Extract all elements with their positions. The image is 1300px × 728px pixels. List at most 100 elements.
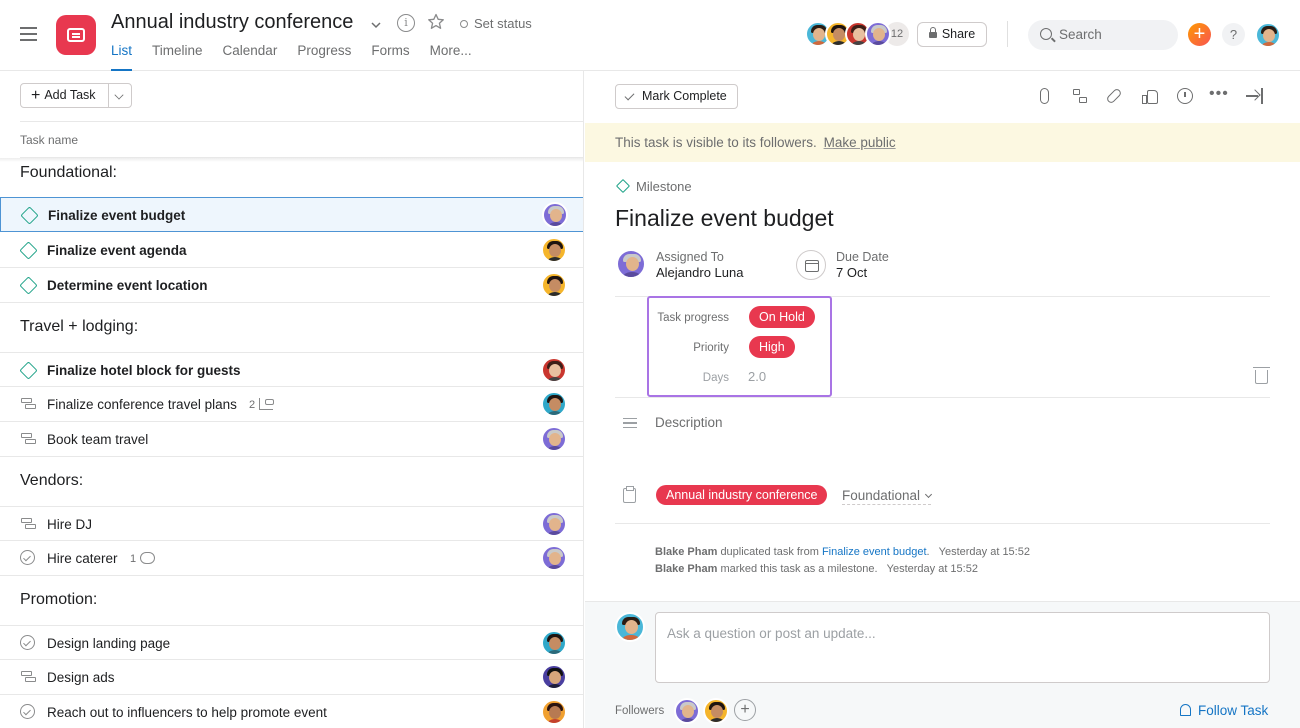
tab-timeline[interactable]: Timeline — [152, 43, 203, 71]
task-row[interactable]: Determine event location — [0, 268, 583, 303]
check-circle-icon[interactable] — [20, 550, 36, 566]
priority-pill[interactable]: High — [749, 336, 795, 358]
assignee-avatar[interactable] — [541, 237, 567, 263]
due-date-value[interactable]: 7 Oct — [836, 265, 867, 280]
task-type-toggle[interactable]: Milestone — [615, 178, 692, 194]
task-row[interactable]: Finalize hotel block for guests — [0, 352, 583, 387]
task-row[interactable]: Design ads — [0, 660, 583, 695]
follower-avatar[interactable] — [703, 698, 729, 724]
project-pill[interactable]: Annual industry conference — [656, 485, 828, 505]
assignee-name[interactable]: Alejandro Luna — [656, 265, 743, 280]
comment-input[interactable]: Ask a question or post an update... — [655, 612, 1270, 683]
task-row[interactable]: Hire DJ — [0, 506, 583, 541]
project-members[interactable]: 12 — [805, 21, 909, 47]
help-button[interactable]: ? — [1222, 23, 1245, 46]
column-header-task-name[interactable]: Task name — [20, 121, 583, 158]
task-row[interactable]: Reach out to influencers to help promote… — [0, 695, 583, 728]
section-header[interactable]: Promotion: — [20, 591, 97, 609]
activity-timestamp: Yesterday at 15:52 — [886, 563, 978, 575]
milestone-diamond-icon[interactable] — [19, 205, 39, 225]
assignee-avatar[interactable] — [541, 426, 567, 452]
task-name[interactable]: Book team travel — [47, 432, 148, 447]
assignee-avatar[interactable] — [541, 545, 567, 571]
task-name[interactable]: Finalize hotel block for guests — [47, 363, 241, 378]
assignee-avatar[interactable] — [542, 202, 568, 228]
like-icon[interactable] — [1142, 88, 1158, 104]
activity-link[interactable]: Finalize event budget — [822, 546, 927, 558]
add-follower-button[interactable]: + — [734, 699, 756, 721]
task-name[interactable]: Design landing page — [47, 636, 170, 651]
chevron-down-icon[interactable] — [368, 17, 384, 33]
task-row[interactable]: Finalize event agenda — [0, 233, 583, 268]
project-title[interactable]: Annual industry conference — [111, 11, 353, 34]
task-name[interactable]: Determine event location — [47, 278, 208, 293]
copy-link-icon[interactable] — [1105, 87, 1123, 105]
add-task-main[interactable]: + Add Task — [21, 84, 109, 107]
description-field[interactable]: Description — [655, 415, 723, 430]
assignee-avatar[interactable] — [616, 249, 646, 279]
task-name[interactable]: Design ads — [47, 670, 115, 685]
follower-avatar[interactable] — [674, 698, 700, 724]
assignee-avatar[interactable] — [541, 511, 567, 537]
days-value[interactable]: 2.0 — [748, 369, 766, 384]
task-row[interactable]: Design landing page — [0, 625, 583, 660]
divider — [615, 397, 1270, 398]
timer-icon[interactable] — [1177, 88, 1193, 104]
trash-icon[interactable] — [1253, 367, 1270, 384]
search-input[interactable]: Search — [1028, 20, 1178, 50]
milestone-diamond-icon[interactable] — [18, 275, 38, 295]
section-header[interactable]: Foundational: — [20, 164, 117, 182]
task-name[interactable]: Reach out to influencers to help promote… — [47, 705, 327, 720]
comment-count[interactable]: 1 — [130, 552, 156, 565]
info-icon[interactable]: i — [397, 14, 415, 32]
milestone-diamond-icon[interactable] — [18, 240, 38, 260]
task-name[interactable]: Finalize event budget — [48, 208, 185, 223]
tab-forms[interactable]: Forms — [371, 43, 409, 71]
assignee-avatar[interactable] — [541, 699, 567, 725]
tab-list[interactable]: List — [111, 43, 133, 71]
task-name[interactable]: Hire DJ — [47, 517, 92, 532]
add-task-button[interactable]: + Add Task — [20, 83, 132, 108]
follow-task-button[interactable]: Follow Task — [1180, 703, 1268, 718]
task-name[interactable]: Hire caterer — [47, 551, 118, 566]
section-select[interactable]: Foundational — [842, 488, 933, 505]
assignee-avatar[interactable] — [541, 664, 567, 690]
task-row[interactable]: Hire caterer 1 — [0, 541, 583, 576]
share-button[interactable]: Share — [917, 22, 987, 47]
task-name[interactable]: Finalize conference travel plans — [47, 397, 237, 412]
make-public-link[interactable]: Make public — [824, 135, 896, 150]
tab-progress[interactable]: Progress — [297, 43, 351, 71]
check-circle-icon[interactable] — [20, 635, 36, 651]
task-row[interactable]: Finalize event budget — [0, 197, 583, 232]
more-options-icon[interactable]: ••• — [1209, 86, 1229, 105]
attachment-icon[interactable] — [1040, 88, 1049, 104]
star-icon[interactable] — [427, 13, 445, 31]
assignee-avatar[interactable] — [541, 391, 567, 417]
user-avatar[interactable] — [1255, 22, 1281, 48]
assignee-avatar[interactable] — [541, 630, 567, 656]
task-row[interactable]: Finalize conference travel plans 2 — [0, 387, 583, 422]
subtask-count[interactable]: 2 — [249, 398, 275, 411]
task-progress-pill[interactable]: On Hold — [749, 306, 815, 328]
section-header[interactable]: Vendors: — [20, 472, 83, 490]
milestone-diamond-icon[interactable] — [18, 360, 38, 380]
close-pane-icon[interactable] — [1246, 88, 1263, 104]
add-subtask-icon[interactable] — [1072, 88, 1088, 104]
check-circle-icon[interactable] — [20, 704, 36, 720]
mark-complete-button[interactable]: Mark Complete — [615, 84, 738, 109]
assignee-avatar[interactable] — [541, 272, 567, 298]
chevron-down-icon[interactable] — [114, 90, 124, 100]
activity-user[interactable]: Blake Pham — [655, 546, 717, 558]
menu-icon[interactable] — [20, 27, 37, 41]
section-header[interactable]: Travel + lodging: — [20, 318, 138, 336]
activity-user[interactable]: Blake Pham — [655, 563, 717, 575]
calendar-icon[interactable] — [796, 250, 826, 280]
quick-add-button[interactable]: + — [1188, 23, 1211, 46]
assignee-avatar[interactable] — [541, 357, 567, 383]
task-title[interactable]: Finalize event budget — [615, 205, 834, 232]
tab-calendar[interactable]: Calendar — [223, 43, 278, 71]
set-status-button[interactable]: Set status — [460, 16, 532, 31]
task-row[interactable]: Book team travel — [0, 422, 583, 457]
tab-more[interactable]: More... — [430, 43, 472, 71]
task-name[interactable]: Finalize event agenda — [47, 243, 187, 258]
